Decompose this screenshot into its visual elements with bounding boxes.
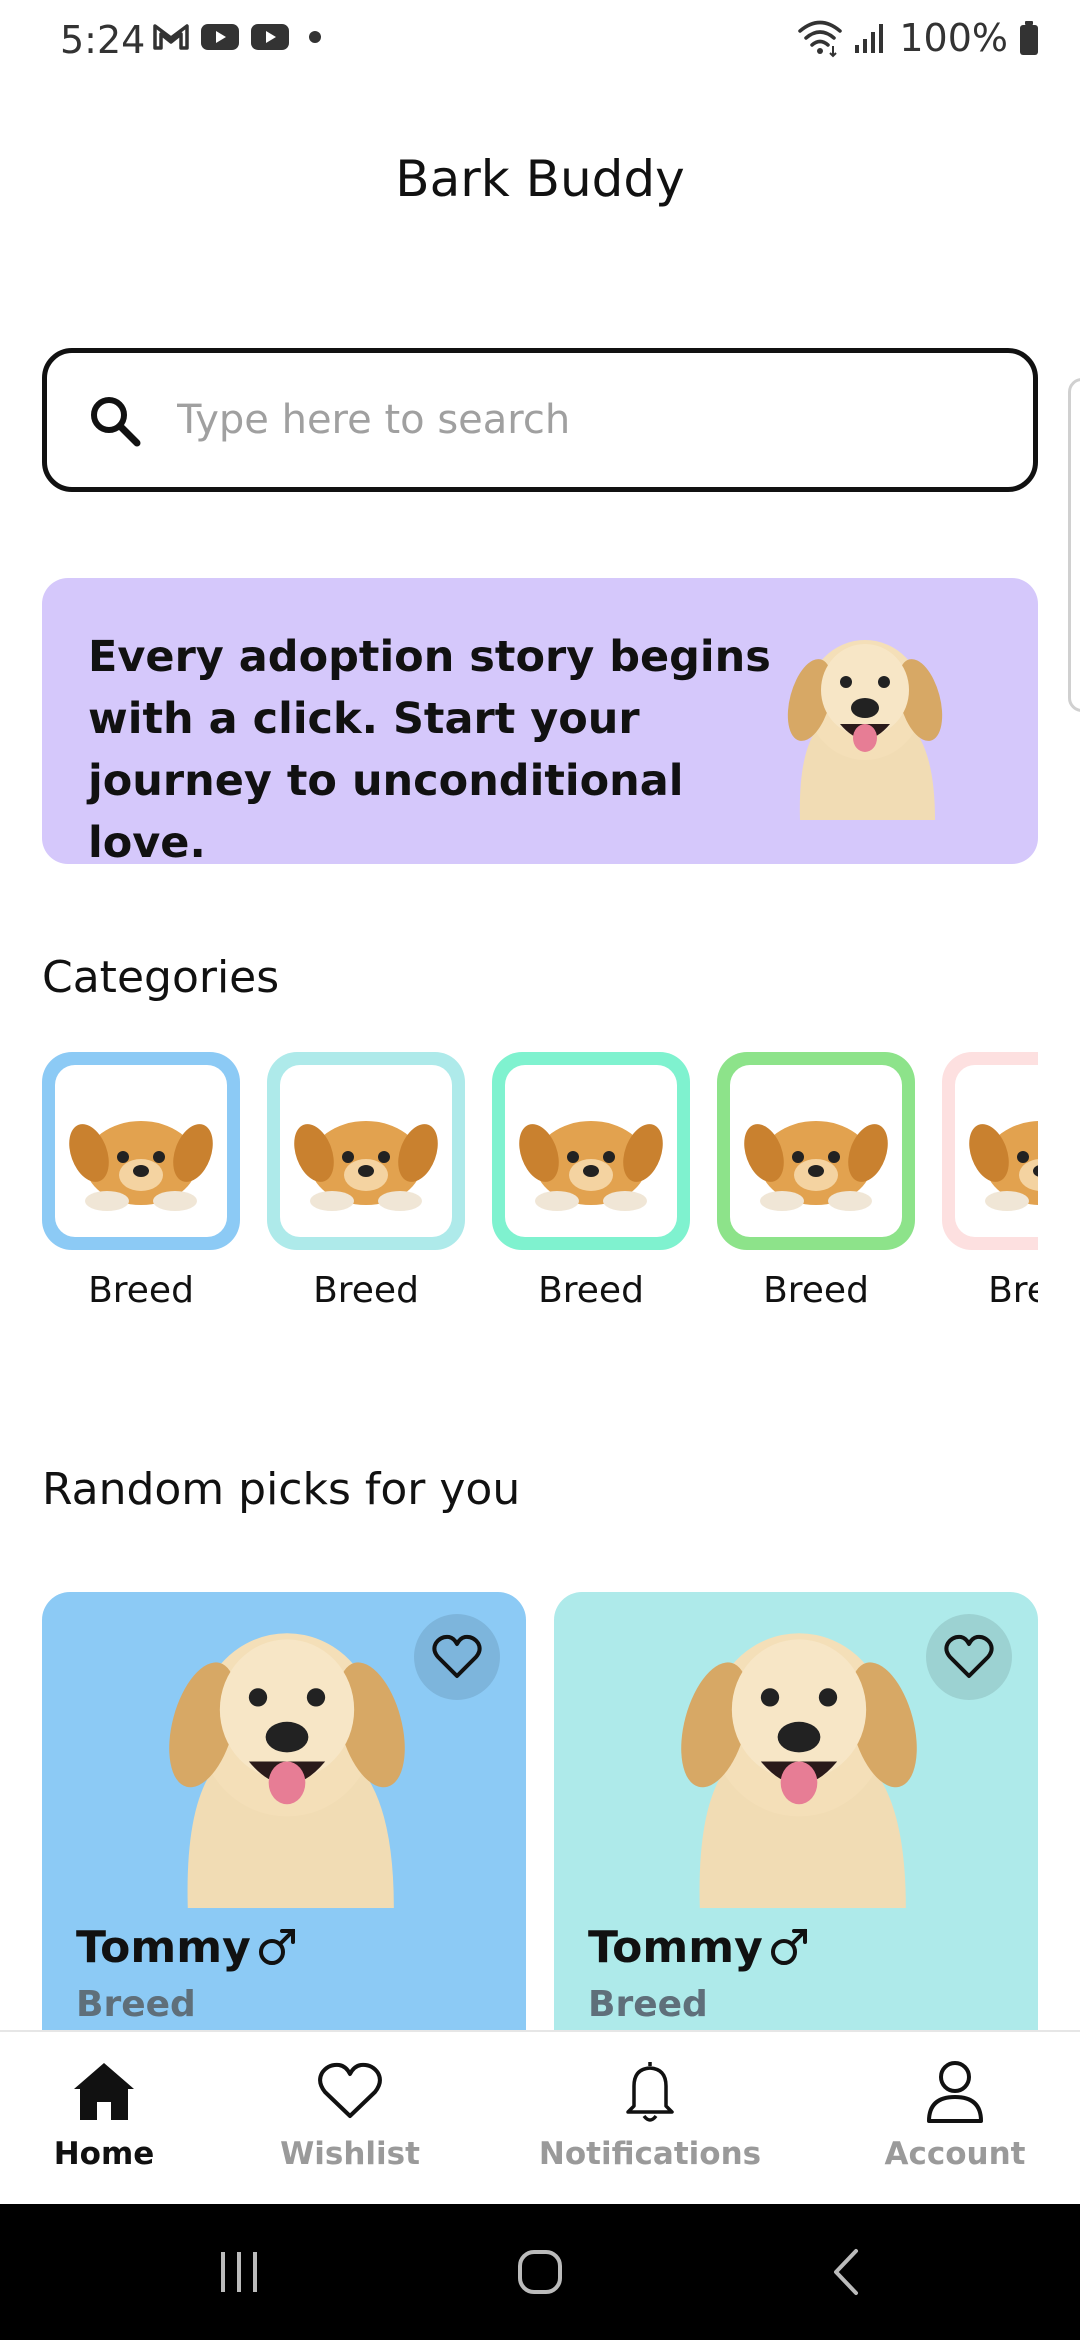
pet-breed: Breed <box>588 1984 708 2025</box>
heart-icon <box>317 2056 383 2126</box>
notification-icons <box>152 22 330 52</box>
pet-name: Tommy <box>588 1922 763 1973</box>
golden-retriever-image <box>169 1633 405 1908</box>
golden-retriever-image <box>681 1633 917 1908</box>
category-frame <box>942 1052 1038 1250</box>
page-title: Bark Buddy <box>395 150 685 208</box>
category-frame <box>267 1052 465 1250</box>
nav-account[interactable]: Account <box>880 2032 1030 2206</box>
puppy-icon <box>969 1121 1038 1211</box>
home-circle-icon <box>518 2250 562 2294</box>
category-label: Breed <box>88 1270 194 1311</box>
search-input[interactable] <box>177 383 997 457</box>
recents-button[interactable] <box>212 2244 266 2300</box>
pet-breed: Breed <box>76 1984 196 2025</box>
category-frame <box>492 1052 690 1250</box>
status-bar: 5:24 100% <box>0 0 1080 84</box>
category-item[interactable]: Breed <box>492 1052 690 1311</box>
nav-label: Home <box>53 2136 155 2172</box>
category-item[interactable]: Breed <box>267 1052 465 1311</box>
nav-label: Notifications <box>538 2136 762 2172</box>
adoption-banner[interactable]: Every adoption story begins with a click… <box>42 578 1038 868</box>
youtube-icon <box>201 24 239 50</box>
user-icon <box>925 2056 985 2126</box>
category-label: Breed <box>313 1270 419 1311</box>
nav-label: Account <box>884 2136 1026 2172</box>
category-frame <box>717 1052 915 1250</box>
nav-home[interactable]: Home <box>40 2032 168 2206</box>
category-frame <box>42 1052 240 1250</box>
puppy-image <box>505 1065 677 1237</box>
puppy-icon <box>294 1121 438 1211</box>
nav-notifications[interactable]: Notifications <box>538 2032 762 2206</box>
signal-icon <box>855 24 884 53</box>
search-bar[interactable] <box>42 348 1038 492</box>
back-button[interactable] <box>820 2244 870 2300</box>
category-label: Breed <box>763 1270 869 1311</box>
bottom-navigation: Home Wishlist Notifications Account <box>0 2030 1080 2204</box>
puppy-image <box>55 1065 227 1237</box>
banner-text: Every adoption story begins with a click… <box>88 632 771 868</box>
category-label: Breed <box>988 1270 1038 1311</box>
gmail-icon <box>153 24 189 50</box>
male-icon <box>771 1929 807 1965</box>
battery-percent: 100% <box>899 16 1008 60</box>
nav-wishlist[interactable]: Wishlist <box>270 2032 430 2206</box>
system-home-button[interactable] <box>512 2244 568 2300</box>
recents-icon <box>221 2252 257 2292</box>
search-icon <box>91 397 141 447</box>
puppy-image <box>730 1065 902 1237</box>
pet-card[interactable]: Tommy Breed <box>554 1592 1038 2052</box>
status-time: 5:24 <box>60 18 146 62</box>
category-item[interactable]: Breed <box>42 1052 240 1311</box>
home-icon <box>71 2056 137 2126</box>
pet-name: Tommy <box>76 1922 251 1973</box>
heart-icon <box>944 1634 994 1678</box>
golden-retriever-image <box>787 640 943 820</box>
heart-icon <box>432 1634 482 1678</box>
categories-title: Categories <box>42 952 280 1003</box>
status-right: 100% <box>797 16 1040 60</box>
nav-label: Wishlist <box>280 2136 420 2172</box>
edge-panel-handle[interactable] <box>1068 378 1080 712</box>
system-navigation <box>0 2204 1080 2340</box>
battery-icon <box>1020 21 1038 55</box>
category-item[interactable]: Breed <box>717 1052 915 1311</box>
puppy-icon <box>69 1121 213 1211</box>
pet-card[interactable]: Tommy Breed <box>42 1592 526 2052</box>
puppy-icon <box>744 1121 888 1211</box>
dot-icon <box>309 31 321 43</box>
screen: 5:24 100% Bark Buddy Type here to search… <box>0 0 1080 2340</box>
puppy-image <box>955 1065 1038 1237</box>
random-picks-title: Random picks for you <box>42 1464 521 1515</box>
back-icon <box>834 2249 858 2295</box>
male-icon <box>259 1929 295 1965</box>
puppy-icon <box>519 1121 663 1211</box>
puppy-image <box>280 1065 452 1237</box>
youtube-icon <box>251 24 289 50</box>
wifi-icon <box>798 20 843 58</box>
category-item[interactable]: Breed <box>942 1052 1038 1311</box>
category-label: Breed <box>538 1270 644 1311</box>
bell-icon <box>620 2056 680 2126</box>
categories-list: Breed Breed Breed Breed Bre <box>42 1052 1038 1322</box>
